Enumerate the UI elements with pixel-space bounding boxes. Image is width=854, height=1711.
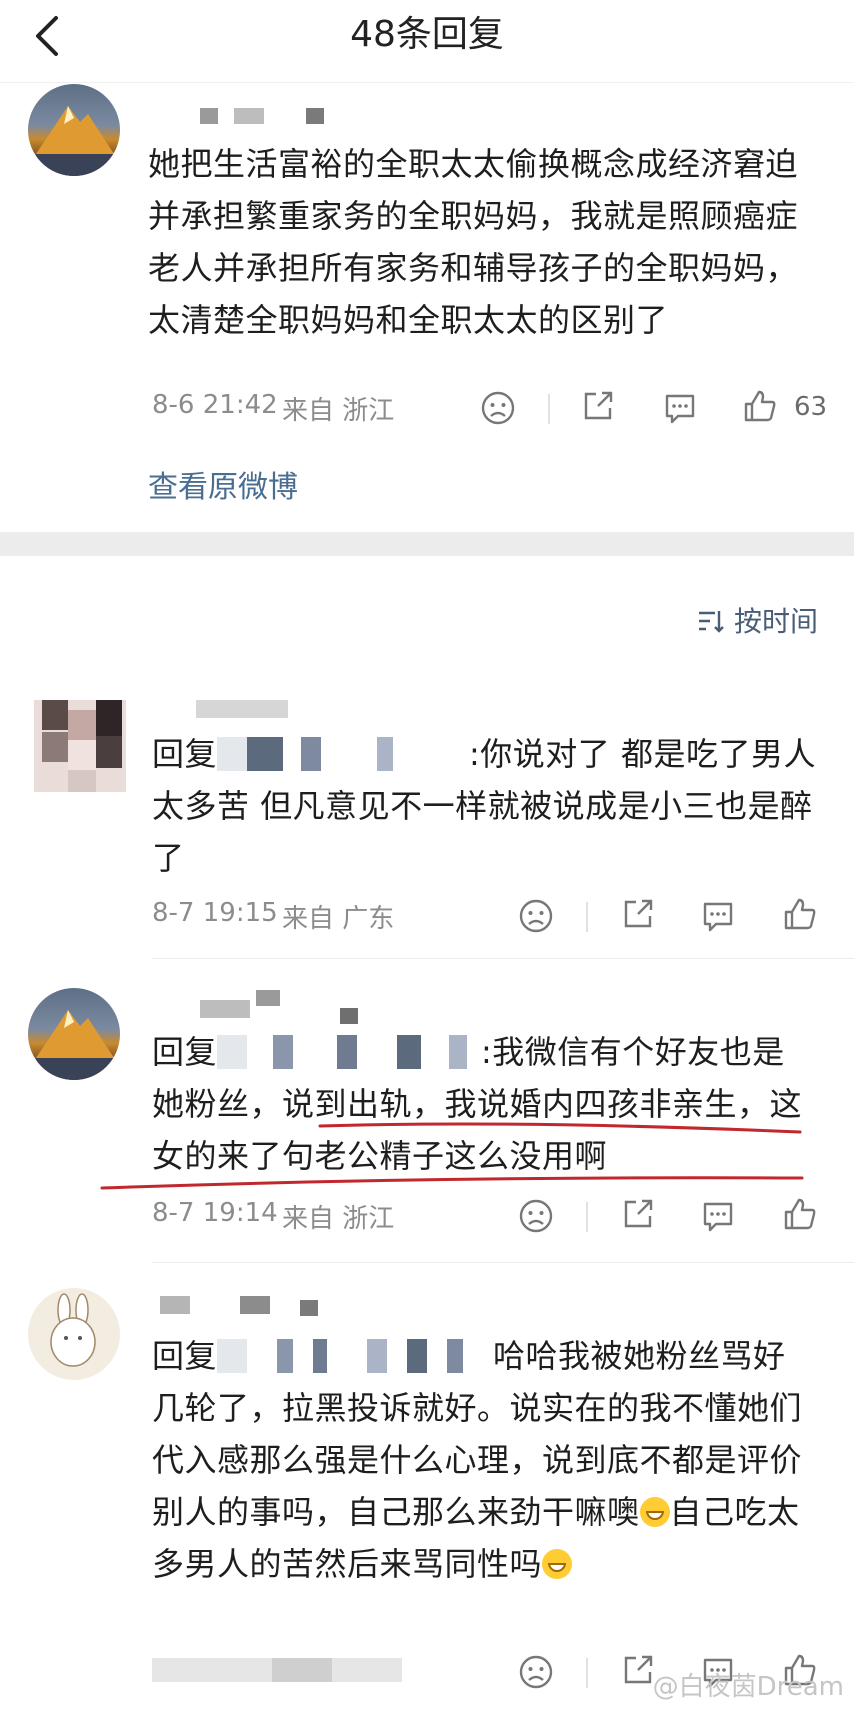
reply-meta-redacted — [152, 1658, 402, 1682]
action-separator — [586, 902, 588, 932]
reply-prefix: 回复 — [152, 1033, 218, 1071]
reply-date: 8-7 19:14 — [152, 1198, 278, 1228]
username-redacted — [306, 108, 324, 124]
sort-icon — [699, 611, 724, 633]
username-redacted — [196, 700, 288, 718]
username-redacted — [234, 108, 264, 124]
reply-location: 来自 广东 — [282, 904, 395, 934]
action-separator — [586, 1658, 588, 1688]
comment-date: 8-6 21:42 — [152, 390, 278, 420]
avatar-mountain[interactable] — [28, 84, 120, 176]
page-title: 48条回复 — [350, 14, 504, 55]
username-redacted — [256, 990, 280, 1006]
username-redacted — [160, 1296, 190, 1314]
username-redacted — [200, 108, 218, 124]
grin-emoji-icon — [639, 1497, 670, 1527]
sort-label: 按时间 — [733, 605, 818, 638]
top-bar: 48条回复 — [0, 0, 854, 72]
action-separator — [586, 1202, 588, 1232]
dislike-face-icon[interactable] — [480, 390, 516, 426]
view-original-link[interactable]: 查看原微博 — [148, 462, 298, 506]
avatar-pixelated[interactable] — [34, 700, 126, 792]
mountain-picture — [36, 106, 114, 176]
mountain-picture — [36, 1010, 114, 1080]
grin-emoji-icon — [542, 1549, 573, 1579]
username-redacted — [300, 1300, 318, 1316]
sort-by-time-button[interactable]: 按时间 — [697, 600, 818, 640]
mentioned-user-redacted[interactable] — [217, 1035, 482, 1069]
dislike-face-icon[interactable] — [518, 898, 554, 934]
header-divider — [0, 82, 854, 83]
watermark: @白夜茵Dream — [652, 1672, 844, 1702]
dislike-face-icon[interactable] — [518, 1198, 554, 1234]
comment-icon[interactable] — [700, 898, 736, 934]
reply-divider — [152, 958, 854, 959]
avatar-mountain[interactable] — [28, 988, 120, 1080]
reply-text: 回复 哈哈我被她粉丝骂好几轮了，拉黑投诉就好。说实在的我不懂她们代入感那么强是什么… — [152, 1330, 812, 1590]
comment-text: 她把生活富裕的全职太太偷换概念成经济窘迫并承担繁重家务的全职妈妈，我就是照顾癌症… — [148, 145, 799, 339]
action-separator — [548, 394, 550, 424]
reply-prefix: 回复 — [152, 735, 218, 773]
share-icon[interactable] — [620, 896, 656, 932]
like-count: 63 — [794, 392, 828, 422]
like-thumb-icon[interactable] — [742, 388, 778, 424]
comment-location: 来自 浙江 — [282, 396, 395, 426]
section-separator — [0, 532, 854, 556]
red-underline-mark — [100, 1122, 804, 1190]
reply-divider — [152, 1262, 854, 1263]
reply-location: 来自 浙江 — [282, 1204, 395, 1234]
comment-icon[interactable] — [662, 390, 698, 426]
share-icon[interactable] — [620, 1652, 656, 1688]
mentioned-user-redacted[interactable] — [217, 737, 470, 771]
reply-text: 回复:你说对了 都是吃了男人太多苦 但凡意见不一样就被说成是小三也是醉了 — [152, 728, 822, 884]
mentioned-user-redacted[interactable] — [217, 1339, 494, 1373]
rabbit-picture — [50, 1293, 96, 1367]
reply-date: 8-7 19:15 — [152, 898, 278, 928]
username-redacted — [240, 1296, 270, 1314]
like-thumb-icon[interactable] — [782, 896, 818, 932]
comment-icon[interactable] — [700, 1198, 736, 1234]
dislike-face-icon[interactable] — [518, 1654, 554, 1690]
share-icon[interactable] — [580, 388, 616, 424]
username-redacted — [200, 1000, 250, 1018]
avatar-rabbit[interactable] — [28, 1288, 120, 1380]
like-thumb-icon[interactable] — [782, 1196, 818, 1232]
share-icon[interactable] — [620, 1196, 656, 1232]
reply-prefix: 回复 — [152, 1337, 218, 1375]
username-redacted — [340, 1008, 358, 1024]
